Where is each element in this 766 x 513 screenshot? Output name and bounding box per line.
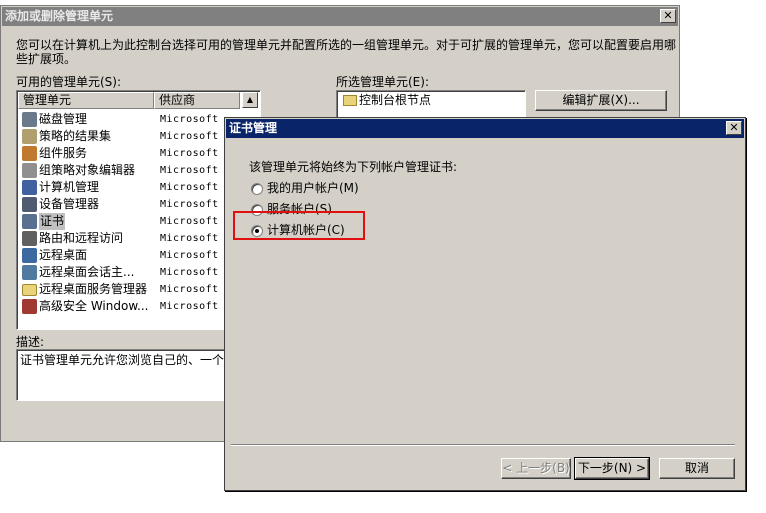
rd-session-icon (22, 265, 37, 280)
main-description: 您可以在计算机上为此控制台选择可用的管理单元并配置所选的一组管理单元。对于可扩展… (16, 38, 677, 66)
folder-icon (22, 284, 37, 296)
firewall-icon (22, 299, 37, 314)
radio-button[interactable] (251, 183, 263, 195)
snapin-name: 证书 (39, 213, 66, 230)
snapin-row[interactable]: 远程桌面 Microsoft ... (20, 247, 250, 264)
edit-extensions-button[interactable]: 编辑扩展(X)... (535, 90, 667, 111)
snapin-name: 远程桌面服务管理器 (39, 282, 148, 296)
snapin-name: 计算机管理 (39, 180, 100, 194)
selection-highlight-box (233, 211, 365, 240)
routing-icon (22, 231, 37, 246)
snapin-name: 路由和远程访问 (39, 231, 124, 245)
snapin-name: 组策略对象编辑器 (39, 163, 136, 177)
certificate-snapin-dialog: 证书管理 ✕ 该管理单元将始终为下列帐户管理证书: 我的用户帐户(M) 服务帐户(… (224, 117, 746, 491)
snapin-row[interactable]: 证书 Microsoft ... (20, 213, 250, 230)
back-button[interactable]: < 上一步(B) (501, 458, 571, 479)
snapin-name: 高级安全 Window... (39, 299, 149, 313)
cert-dialog-title: 证书管理 (229, 121, 278, 135)
computer-mgmt-icon (22, 180, 37, 195)
snapin-row[interactable]: 路由和远程访问 Microsoft ... (20, 230, 250, 247)
description-text: 证书管理单元允许您浏览自己的、一个服 (20, 353, 236, 367)
snapin-name: 组件服务 (39, 146, 88, 160)
button-separator (231, 444, 735, 446)
gpo-doc-icon (22, 163, 37, 178)
snapin-row[interactable]: 组件服务 Microsoft ... (20, 145, 250, 162)
certificate-icon (22, 214, 37, 229)
snapin-row[interactable]: 组策略对象编辑器 Microsoft ... (20, 162, 250, 179)
disk-icon (22, 112, 37, 127)
main-dialog-title: 添加或删除管理单元 (5, 9, 114, 23)
snapin-name: 设备管理器 (39, 197, 100, 211)
main-close-button[interactable]: ✕ (660, 9, 676, 23)
snapin-row[interactable]: 远程桌面服务管理器 Microsoft ... (20, 281, 250, 298)
snapin-row[interactable]: 策略的结果集 Microsoft ... (20, 128, 250, 145)
snapin-row[interactable]: 计算机管理 Microsoft ... (20, 179, 250, 196)
folder-icon (343, 95, 357, 106)
policy-doc-icon (22, 129, 37, 144)
snapin-row[interactable]: 远程桌面会话主... Microsoft ... (20, 264, 250, 281)
snapin-name: 远程桌面 (39, 248, 88, 262)
remote-desktop-icon (22, 248, 37, 263)
account-option-label[interactable]: 我的用户帐户(M) (267, 181, 359, 196)
account-prompt: 该管理单元将始终为下列帐户管理证书: (249, 160, 458, 174)
main-dialog-titlebar[interactable]: 添加或删除管理单元 (2, 7, 678, 26)
cancel-button[interactable]: 取消 (659, 458, 735, 479)
snapin-name: 磁盘管理 (39, 112, 88, 126)
snapin-row[interactable]: 设备管理器 Microsoft ... (20, 196, 250, 213)
next-button[interactable]: 下一步(N) > (574, 457, 650, 480)
cert-dialog-titlebar[interactable]: 证书管理 (226, 119, 744, 138)
available-snapins-label: 可用的管理单元(S): (16, 75, 122, 89)
scroll-up-button[interactable]: ▲ (242, 92, 258, 108)
selected-snapins-label: 所选管理单元(E): (336, 75, 429, 89)
component-icon (22, 146, 37, 161)
description-label: 描述: (16, 335, 45, 349)
scroll-up-arrow-icon: ▲ (246, 95, 254, 104)
snapin-row[interactable]: 高级安全 Window... Microsoft ... (20, 298, 250, 315)
console-root-item[interactable]: 控制台根节点 (359, 93, 431, 108)
column-header-vendor[interactable]: 供应商 (154, 92, 240, 109)
device-mgr-icon (22, 197, 37, 212)
snapin-row[interactable]: 磁盘管理 Microsoft ... (20, 111, 250, 128)
description-box: 证书管理单元允许您浏览自己的、一个服 (16, 349, 236, 401)
snapin-name: 远程桌面会话主... (39, 265, 135, 279)
selected-snapins-list[interactable]: 控制台根节点 (336, 90, 526, 118)
column-header-name[interactable]: 管理单元 (18, 92, 154, 109)
snapin-name: 策略的结果集 (39, 129, 112, 143)
cert-close-button[interactable]: ✕ (726, 121, 742, 135)
